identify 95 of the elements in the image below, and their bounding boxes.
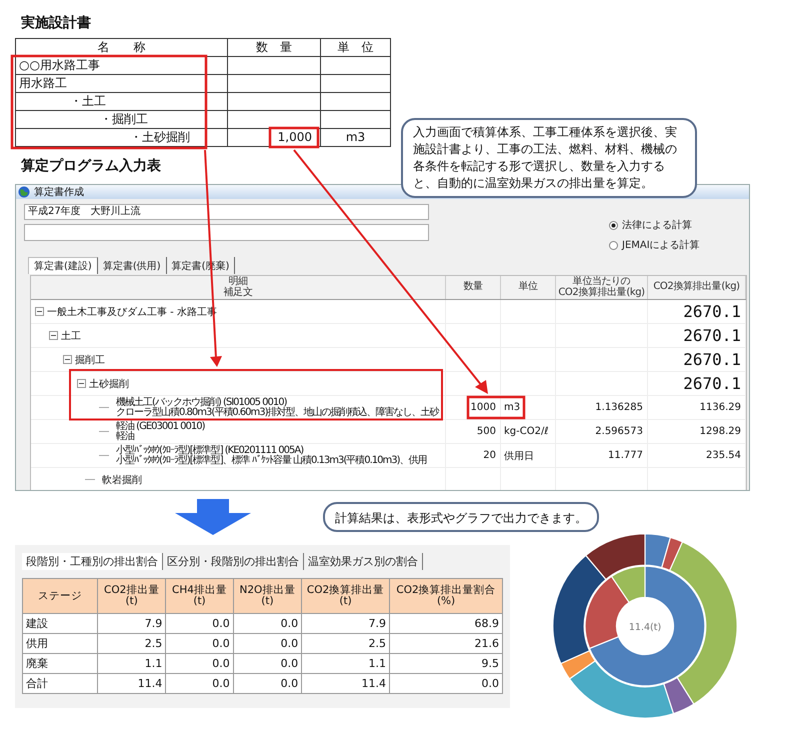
column-header: 数 量 [228,38,320,56]
table-cell: 9.5 [390,654,502,674]
table-cell: 0.0 [233,674,302,694]
table-cell: 0.0 [166,614,234,634]
column-header: CH4排出量(t) [166,578,234,614]
down-arrow-icon [175,499,251,535]
column-header: N2O排出量(t) [233,578,302,614]
callout: 入力画面で積算体系、工事工種体系を選択後、実施設計書より、工事の工法、燃料、材料、機械の各条件を転記する形で選択し、数量を入力すると、自動的に温室効果ガスの排出量を算定。 [401,118,697,198]
table-cell: 1136.29 [700,402,741,413]
table-cell: 1298.29 [700,426,741,437]
table-cell: 建設 [22,614,98,634]
collapse-icon[interactable] [63,355,72,364]
tree-label[interactable]: 土工 [61,328,81,342]
table-cell: 0.0 [233,654,302,674]
table-cell: 2670.1 [683,326,741,345]
table-cell: 1.1 [98,654,166,674]
table-cell: 7.9 [98,614,166,634]
table-cell: ・土砂掘削 [16,128,228,146]
input-field[interactable] [24,224,429,241]
tab[interactable]: 段階別・工種別の排出割合 [22,553,163,570]
collapse-icon[interactable] [77,379,86,388]
column-header: 明細 補足文 [31,276,446,299]
window-title: 算定書作成 [34,186,84,199]
table-cell: m3 [320,128,390,146]
section-heading: 算定プログラム入力表 [21,157,162,175]
table-cell: 21.6 [390,634,502,654]
table-cell-text: 供用日 [504,450,534,462]
radio-option[interactable]: JEMAIによる計算 [609,238,700,252]
table-cell: ・掘削工 [16,110,228,128]
chart-center-label: 11.4(t) [628,622,662,633]
highlight-frame [466,396,526,420]
table-cell: 0.0 [233,634,302,654]
table-cell: 20 [483,450,496,461]
table-cell: 合計 [22,674,98,694]
table-cell [320,110,390,128]
table-cell: 2.5 [98,634,166,654]
column-header: 名 称 [16,38,228,56]
table-cell: 供用 [22,634,98,654]
tree-label[interactable]: 軟岩掘削 [102,472,142,486]
table-cell: 0.0 [166,654,234,674]
table-cell: 2670.1 [683,302,741,321]
table-cell: 1.136285 [595,402,643,413]
globe-icon [18,186,30,198]
radio-option[interactable]: 法律による計算 [609,218,700,232]
tree-label[interactable]: 掘削工 [75,352,105,366]
table-cell: 2.5 [302,634,390,654]
tree-label[interactable]: 小型ﾊﾞｯｸﾎｳ(ｸﾛｰﾗ型)[標準型] (KE0201111 005A) 小型ﾊﾞｯｸﾎｳ(ｸﾛｰﾗ型)[標準型]、標準 ﾊﾞｹｯﾄ容量 山積0.13m3(平積0.10m3)、供用 [116,446,427,466]
column-header: 単位 [501,276,556,299]
highlight-frame [268,126,320,148]
column-header: ステージ [22,578,98,614]
table-cell: 2670.1 [683,374,741,393]
tree-label[interactable]: 土砂掘削 [89,376,129,390]
column-header: 数量 [446,276,501,299]
table-cell: kg-CO2/ℓ [504,426,548,437]
column-header: CO2換算排出量割合(%) [390,578,502,614]
table-cell: 7.9 [302,614,390,634]
table-cell: 0.0 [390,674,502,694]
collapse-icon[interactable] [35,307,44,316]
table-cell: m3 [504,402,520,413]
column-header: 単 位 [320,38,390,56]
table-cell: 11.777 [608,450,643,461]
table-cell [320,92,390,110]
table-cell: ・土工 [16,92,228,110]
table-cell: 11.4 [302,674,390,694]
tab[interactable]: 温室効果ガス別の割合 [304,553,423,570]
table-cell [320,56,390,74]
table-cell: ○○用水路工事 [16,56,228,74]
tab[interactable]: 算定書(供用) [98,257,167,274]
table-cell: 68.9 [390,614,502,634]
table-cell: 235.54 [706,450,741,461]
column-header: CO2換算排出量(kg) [648,276,746,299]
table-cell: 11.4 [98,674,166,694]
section-heading: 実施設計書 [21,14,92,32]
input-field[interactable]: 平成27年度 大野川上流 [24,204,429,220]
column-header: CO2排出量(t) [98,578,166,614]
table-cell: 0.0 [166,634,234,654]
table-cell: 廃棄 [22,654,98,674]
table-cell [320,74,390,92]
table-cell: 2.596573 [595,426,643,437]
table-cell: 用水路工 [16,74,228,92]
table-cell: 500 [476,426,496,437]
tab[interactable]: 区分別・段階別の排出割合 [163,553,304,570]
tree-label[interactable]: 軽油 (GE03001 0010) 軽油 [116,422,204,442]
column-header: 単位当たりの CO2換算排出量(kg) [556,276,648,299]
table-cell: 1000 [470,402,496,413]
collapse-icon[interactable] [49,331,58,340]
tree-label[interactable]: 機械土工(バックホウ掘削) (SI01005 0010) クローラ型山積0.80m3(平積0.60m3)排対型、地山の掘削積込、障害なし、土砂 [116,398,439,418]
table-cell: 2670.1 [683,350,741,369]
table-cell: 0.0 [233,614,302,634]
table-cell: 1,000 [228,128,320,146]
callout: 計算結果は、表形式やグラフで出力できます。 [323,502,599,532]
tab[interactable]: 算定書(建設) [28,257,98,274]
table-cell: 1.1 [302,654,390,674]
column-header: CO2換算排出量(t) [302,578,390,614]
table-cell: 0.0 [166,674,234,694]
